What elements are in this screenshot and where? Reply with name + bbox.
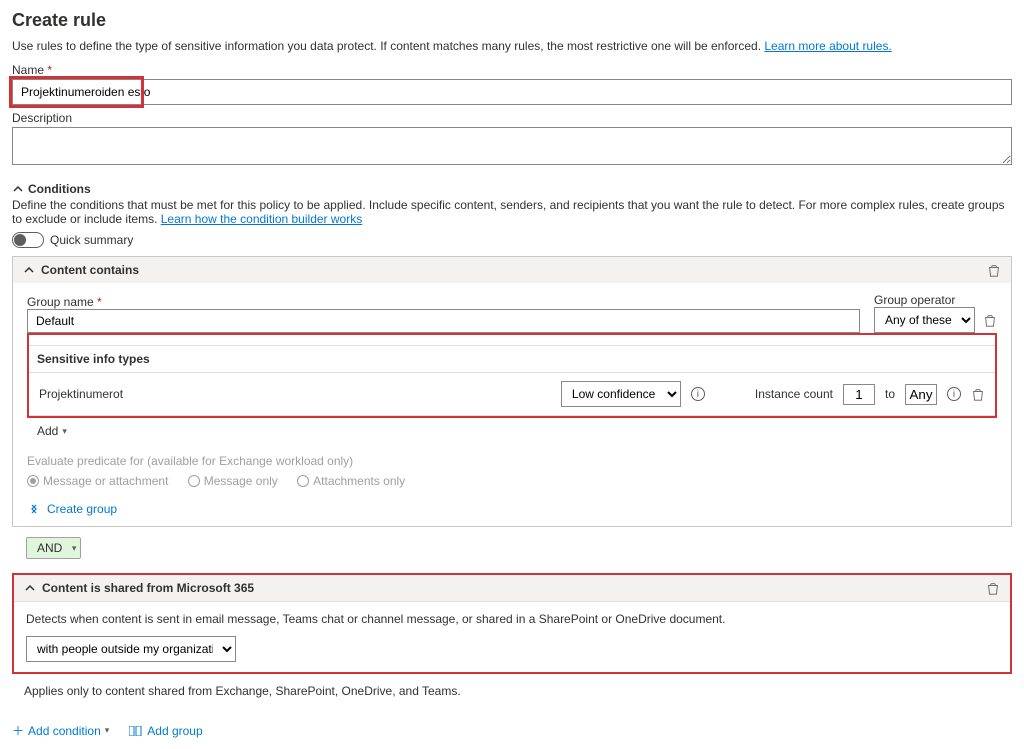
quick-summary-toggle[interactable] [12, 232, 44, 248]
chevron-down-icon: ▾ [105, 725, 110, 736]
required-indicator: * [47, 63, 52, 77]
instance-from-input[interactable] [843, 384, 875, 405]
content-contains-pane: Content contains Group name * Group oper… [12, 256, 1012, 527]
create-group-icon [27, 502, 41, 516]
evaluate-predicate-label: Evaluate predicate for (available for Ex… [27, 454, 997, 468]
add-group-icon [129, 726, 143, 736]
radio-message-or-attachment: Message or attachment [27, 474, 168, 488]
description-input[interactable] [12, 127, 1012, 165]
radio-message-only: Message only [188, 474, 278, 488]
name-input[interactable] [12, 79, 1012, 105]
quick-summary-row: Quick summary [12, 232, 1012, 248]
info-icon[interactable]: i [947, 387, 961, 401]
sensitive-info-types-box: Sensitive info types Projektinumerot Low… [27, 333, 997, 418]
conditions-heading: Conditions [12, 182, 1012, 196]
sit-confidence-select[interactable]: Low confidence [561, 381, 681, 407]
and-operator-chip[interactable]: AND ▾ [26, 537, 81, 559]
learn-more-rules-link[interactable]: Learn more about rules. [764, 39, 891, 53]
sensitive-info-types-heading: Sensitive info types [29, 345, 995, 373]
chevron-down-icon: ▾ [62, 426, 67, 437]
content-shared-header[interactable]: Content is shared from Microsoft 365 [14, 575, 1010, 602]
content-contains-header[interactable]: Content contains [13, 257, 1011, 283]
instance-count-label: Instance count [755, 387, 833, 401]
chevron-up-icon [24, 582, 36, 594]
condition-builder-link[interactable]: Learn how the condition builder works [161, 212, 362, 226]
group-name-label: Group name * [27, 295, 860, 309]
add-sit-button[interactable]: Add ▾ [27, 418, 997, 444]
create-group-button[interactable]: Create group [27, 502, 997, 516]
sit-row: Projektinumerot Low confidence i Instanc… [29, 373, 995, 416]
delete-icon[interactable] [986, 581, 1000, 595]
intro-copy: Use rules to define the type of sensitiv… [12, 39, 764, 53]
delete-icon[interactable] [987, 263, 1001, 277]
instance-to-input[interactable] [905, 384, 937, 405]
content-shared-pane-wrapper: Content is shared from Microsoft 365 Det… [12, 573, 1012, 708]
sit-name: Projektinumerot [39, 387, 551, 401]
content-shared-select[interactable]: with people outside my organization [26, 636, 236, 662]
page-title: Create rule [12, 10, 1012, 31]
group-name-input[interactable] [27, 309, 860, 333]
name-label: Name * [12, 63, 1012, 77]
group-operator-label: Group operator [874, 293, 997, 307]
quick-summary-label: Quick summary [50, 233, 133, 247]
add-group-button[interactable]: Add group [129, 724, 202, 738]
description-label: Description [12, 111, 1012, 125]
content-shared-highlight-box: Content is shared from Microsoft 365 Det… [12, 573, 1012, 674]
chevron-down-icon: ▾ [72, 543, 77, 554]
info-icon[interactable]: i [691, 387, 705, 401]
intro-text: Use rules to define the type of sensitiv… [12, 39, 1012, 53]
radio-attachments-only: Attachments only [297, 474, 405, 488]
content-shared-description: Detects when content is sent in email me… [26, 612, 998, 626]
to-label: to [885, 387, 895, 401]
group-operator-select[interactable]: Any of these [874, 307, 975, 333]
delete-group-icon[interactable] [983, 313, 997, 327]
conditions-description: Define the conditions that must be met f… [12, 198, 1012, 226]
chevron-up-icon [23, 264, 35, 276]
chevron-up-icon [12, 183, 24, 195]
delete-sit-icon[interactable] [971, 387, 985, 401]
plus-icon: ＋ [12, 722, 24, 739]
content-shared-note: Applies only to content shared from Exch… [12, 674, 1012, 708]
add-condition-button[interactable]: ＋ Add condition ▾ [12, 722, 109, 739]
